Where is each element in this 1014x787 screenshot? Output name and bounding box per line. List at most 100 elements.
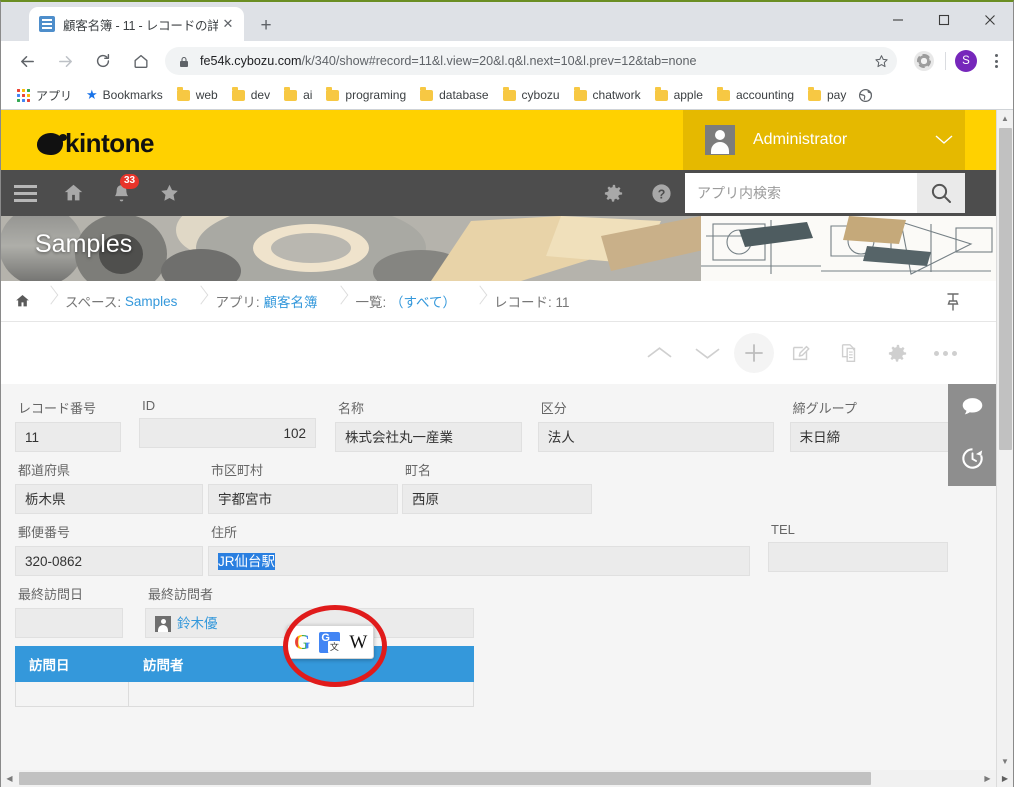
globe-icon[interactable] [858,88,873,103]
folder-icon [573,87,587,101]
minimize-icon[interactable] [875,4,921,36]
field-label: 市区町村 [211,463,264,478]
field-label: ID [142,398,156,413]
app-search[interactable] [685,173,917,213]
breadcrumb-chevron [193,281,209,321]
back-icon[interactable] [10,44,44,78]
scroll-right-icon[interactable]: ▶ [979,770,996,787]
horizontal-scroll-thumb[interactable] [19,772,871,785]
help-button[interactable]: ? [637,170,685,216]
comment-icon[interactable] [960,394,985,424]
browser-toolbar: fe54k.cybozu.com/k/340/show#record=11&l.… [1,41,1013,81]
history-icon[interactable] [960,446,985,476]
search-input[interactable] [685,173,917,213]
bookmark-web[interactable]: web [172,85,223,105]
record-toolbar [1,322,996,384]
close-icon[interactable] [967,4,1013,36]
bookmark-star-icon[interactable] [869,49,893,73]
breadcrumb-view-link[interactable]: （すべて） [390,291,456,311]
breadcrumb-space-label: スペース: [65,295,122,310]
tab-close-icon[interactable]: ✕ [218,14,238,34]
tab-favicon [39,16,55,32]
portal-home-button[interactable] [49,170,97,216]
prev-record-button[interactable] [638,332,680,374]
kintone-navbar: 33 ? [1,170,996,216]
browser-window: 顧客名簿 - 11 - レコードの詳細 ✕ + fe54k.cybozu.com… [0,0,1014,787]
google-translate-icon[interactable] [319,631,341,653]
record-form: レコード番号 11 ID 102 名称 株式会社丸一産業 区分 法人 締グループ [1,384,996,707]
new-tab-button[interactable]: + [253,13,279,39]
vertical-scrollbar[interactable]: ▲ ▼ ▶ [996,110,1013,787]
field-value-wrap[interactable]: JR仙台駅 [208,546,750,576]
bookmark-dev[interactable]: dev [227,85,275,105]
address-bar[interactable]: fe54k.cybozu.com/k/340/show#record=11&l.… [165,47,897,75]
breadcrumb-app-link[interactable]: 顧客名簿 [263,291,317,311]
app-settings-button[interactable] [589,170,637,216]
next-record-button[interactable] [686,332,728,374]
record-side-rail [948,384,996,486]
vertical-scroll-thumb[interactable] [999,128,1012,450]
wikipedia-icon[interactable]: W [349,633,367,652]
field-value [768,542,948,572]
search-button[interactable] [917,173,965,213]
subtable-row[interactable] [15,682,474,707]
bookmark-accounting[interactable]: accounting [712,85,799,105]
folder-icon [716,87,730,101]
extension-icon[interactable] [914,51,934,71]
visit-subtable: 訪問日 訪問者 [15,646,474,707]
profile-avatar[interactable]: S [955,50,977,72]
form-row: 最終訪問日 最終訪問者 鈴木優 [1,584,996,638]
bookmark-apple[interactable]: apple [650,85,708,105]
menu-button[interactable] [1,170,49,216]
bookmark-ai[interactable]: ai [279,85,317,105]
field-city: 市区町村 宇都宮市 [208,460,398,514]
scroll-left-icon[interactable]: ◀ [1,770,18,787]
scroll-up-icon[interactable]: ▲ [997,110,1013,127]
reload-icon[interactable] [86,44,120,78]
add-record-button[interactable] [734,333,774,373]
notification-badge: 33 [120,174,139,189]
more-options-button[interactable] [924,332,966,374]
field-label: 町名 [405,463,432,478]
bookmark-bookmarks[interactable]: ★ Bookmarks [81,84,168,106]
subtable-cell [15,682,129,706]
breadcrumb-space-link[interactable]: Samples [125,294,178,309]
chrome-menu-icon[interactable] [983,48,1009,74]
kintone-logo[interactable]: kintone [37,128,154,159]
help-icon: ? [651,183,671,203]
chevron-down-icon [935,132,953,149]
notifications-button[interactable]: 33 [97,170,145,216]
browser-tab[interactable]: 顧客名簿 - 11 - レコードの詳細 ✕ [29,7,244,41]
duplicate-record-button[interactable] [828,332,870,374]
maximize-icon[interactable] [921,4,967,36]
horizontal-scrollbar[interactable]: ◀ ▶ [1,770,996,787]
bookmark-programing[interactable]: programing [321,85,411,105]
bookmark-database[interactable]: database [415,85,493,105]
field-label: 名称 [338,401,365,416]
google-icon[interactable]: G [294,631,310,653]
kintone-app: kintone Administrator 33 ? アプリ内検索 Sample… [1,110,996,787]
user-link[interactable]: 鈴木優 [177,609,218,637]
favorites-button[interactable] [145,170,193,216]
field-label: 住所 [211,525,238,540]
bookmark-label: pay [827,88,847,102]
record-settings-button[interactable] [876,332,918,374]
folder-icon [420,87,434,101]
bookmark-cybozu[interactable]: cybozu [498,85,565,105]
field-postal-code: 郵便番号 320-0862 [15,522,203,576]
subtable-cell [129,682,474,706]
user-menu[interactable]: Administrator [683,110,965,170]
bookmark-apps[interactable]: アプリ [1,84,77,107]
scroll-down-icon[interactable]: ▼ [997,753,1013,770]
breadcrumb-home-icon[interactable] [1,293,43,309]
pin-icon[interactable] [946,293,960,316]
edit-record-button[interactable] [780,332,822,374]
field-town: 町名 西原 [402,460,592,514]
bookmark-chatwork[interactable]: chatwork [569,85,646,105]
home-icon[interactable] [124,44,158,78]
bookmark-pay[interactable]: pay [803,85,851,105]
folder-icon [284,87,298,101]
bookmarks-bar: アプリ ★ Bookmarks web dev ai programing da… [1,81,1013,110]
space-banner: Samples [1,216,996,281]
selection-action-popup[interactable]: G W [287,625,375,659]
